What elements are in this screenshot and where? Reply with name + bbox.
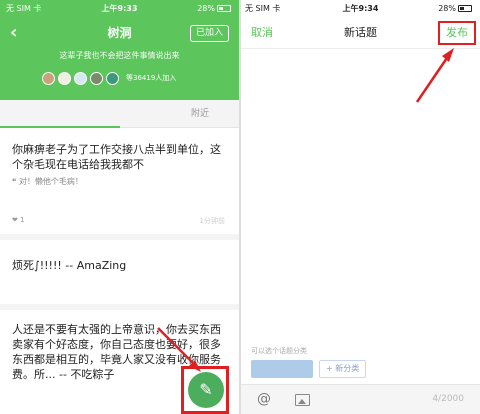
member-avatars: 等36419人加入 [42,70,176,86]
quote-text: 对！懒他个毛病！ [18,177,83,186]
highlight-box [438,21,476,45]
post-text: 你麻痹老子为了工作交接八点半到单位，这个杂毛现在电话给我我都不 [12,143,221,171]
status-bar: 无 SIM 卡 上午9:34 28% [241,0,480,18]
carrier: 无 SIM 卡 [245,4,281,13]
carrier: 无 SIM 卡 [6,4,42,13]
status-bar: 无 SIM 卡 上午9:33 28% [0,0,239,18]
battery-status: 28% [197,0,231,18]
image-icon[interactable] [295,394,310,406]
mention-icon[interactable]: @ [257,391,271,407]
tab-hot[interactable] [0,100,120,128]
tab-bar: 附近 [0,100,239,128]
compose-toolbar: @ 4/2000 [241,384,480,414]
battery-percent: 28% [197,4,215,13]
tab-recent[interactable]: 附近 [191,100,209,128]
member-count: 等36419人加入 [126,74,177,82]
post-quote: ❝ 对！懒他个毛病！ [12,177,83,186]
battery-percent: 28% [438,4,456,13]
joined-button[interactable]: 已加入 [189,25,229,42]
right-screen: 无 SIM 卡 上午9:34 28% 取消 新话题 发布 可以选个话题分类 + … [241,0,480,414]
battery-icon [458,5,472,12]
post-text: 烦死∫!!!!! -- AmaZing [12,259,127,272]
left-screen: 无 SIM 卡 上午9:33 28% ‹ 树洞 已加入 这辈子我也不会把这件事情… [0,0,239,414]
screenshot-root: 无 SIM 卡 上午9:33 28% ‹ 树洞 已加入 这辈子我也不会把这件事情… [0,0,480,414]
category-select[interactable] [251,360,313,378]
clock: 上午9:33 [101,4,138,13]
list-item[interactable]: 烦死∫!!!!! -- AmaZing [0,240,239,310]
battery-icon [217,5,231,12]
clock: 上午9:34 [342,4,379,13]
group-header: 无 SIM 卡 上午9:33 28% ‹ 树洞 已加入 这辈子我也不会把这件事情… [0,0,239,100]
avatar[interactable] [42,71,55,85]
avatar[interactable] [74,71,87,85]
list-item[interactable]: 你麻痹老子为了工作交接八点半到单位，这个杂毛现在电话给我我都不 ❝ 对！懒他个毛… [0,130,239,240]
char-counter: 4/2000 [432,394,464,404]
avatar[interactable] [58,71,71,85]
avatar[interactable] [90,71,103,85]
add-category-button[interactable]: + 新分类 [319,360,367,378]
group-slogan: 这辈子我也不会把这件事情说出来 [59,51,180,60]
divider [241,48,480,49]
post-time: 1分钟前 [199,217,225,225]
category-hint: 可以选个话题分类 [251,347,307,355]
nav-bar: ‹ 树洞 已加入 [0,22,239,44]
like-count: ❤ 1 [12,216,25,224]
highlight-box [181,366,229,414]
avatar[interactable] [106,71,119,85]
like-number: 1 [20,216,25,224]
battery-status: 28% [438,0,472,18]
category-row: + 新分类 [251,360,367,378]
